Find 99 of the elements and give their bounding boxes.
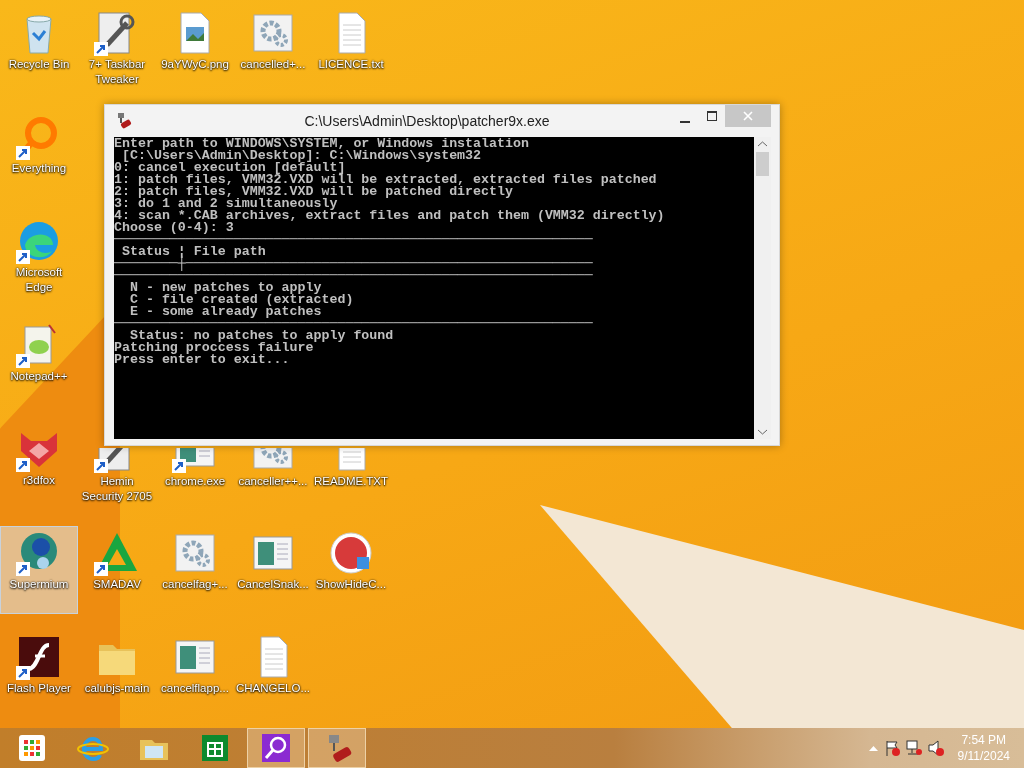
text-file-icon (338, 12, 366, 54)
console-line: Enter path to WINDOWS\SYSTEM, or Windows instalation (114, 138, 529, 150)
console-line: Press enter to exit... (114, 354, 290, 366)
icon-label: Hemin Security 2705 (80, 474, 154, 504)
console-line: ────────┼─────────────────────────────────────────────────── (114, 258, 593, 270)
desktop-shortcut[interactable]: Flash Player (0, 630, 78, 718)
console-line: ──────────────────────────────────────────────────────────── (114, 318, 593, 330)
gear-icon (253, 14, 293, 52)
desktop-shortcut[interactable]: CancelSnak... (234, 526, 312, 614)
console-line: 3: do 1 and 2 simultaneously (114, 198, 338, 210)
icon-label: README.TXT (313, 474, 389, 489)
console-line: Choose (0-4): 3 (114, 222, 234, 234)
icon-label: cancelflapp... (161, 681, 229, 696)
gear-icon (253, 448, 293, 469)
icon-label: chrome.exe (164, 474, 226, 489)
folder-icon (99, 645, 135, 675)
minimize-icon (679, 121, 690, 123)
console-line: 1: patch files, VMM32.VXD will be extracted, extracted files patched (114, 174, 657, 186)
icon-label: 7+ Taskbar Tweaker (87, 57, 147, 87)
chevron-up-icon[interactable] (758, 141, 767, 147)
round-badge-icon (330, 532, 372, 574)
text-file-icon (338, 448, 366, 471)
icon-label: Everything (11, 161, 67, 176)
app-window-icon (175, 448, 215, 467)
desktop-shortcut[interactable]: canceller++... (234, 447, 312, 510)
icon-label: Flash Player (7, 681, 71, 696)
console-line: 2: patch files, VMM32.VXD will be patched directly (114, 186, 513, 198)
desktop-shortcut[interactable]: SMADAV (78, 526, 156, 614)
image-file-icon (180, 12, 210, 54)
icon-label: Supermium (9, 577, 69, 592)
globe-icon (21, 533, 57, 569)
desktop-shortcut[interactable]: cancelfag+... (156, 526, 234, 614)
console-line: E - some already patches (128, 306, 322, 318)
icon-label: r3dfox (23, 473, 55, 488)
desktop-shortcut[interactable]: Supermium (0, 526, 78, 614)
flag-icon (883, 740, 900, 756)
console-line: Patching proccess failure (114, 342, 314, 354)
desktop-shortcut[interactable]: Everything (0, 110, 78, 198)
icon-label: LICENCE.txt (318, 57, 384, 72)
desktop-shortcut[interactable]: Recycle Bin (0, 6, 78, 94)
taskbar-button[interactable] (308, 728, 366, 768)
speaker-icon (927, 740, 944, 756)
bin-icon (26, 15, 52, 54)
icon-label: cancelfag+... (162, 577, 228, 592)
console-line: 0: cancel execution [default] (114, 162, 346, 174)
maximize-icon (706, 111, 717, 121)
clock-date: 9/11/2024 (957, 748, 1010, 764)
console-line: [C:\Users\Admin\Desktop]: C:\Windows\system32 (121, 150, 482, 162)
console-line: Status: no patches to apply found (129, 330, 394, 342)
icon-label: cancelled+... (240, 57, 306, 72)
store-bag-icon (199, 732, 231, 764)
desktop-shortcut[interactable]: Notepad++ (0, 318, 78, 406)
icon-label: CHANGELO... (235, 681, 311, 696)
console-line: C - file created (extracted) (128, 294, 354, 306)
flash-logo-icon (19, 637, 59, 677)
fox-logo-icon (21, 433, 57, 467)
desktop-shortcut[interactable]: 7+ Taskbar Tweaker (78, 6, 156, 94)
icon-label: ShowHideC... (315, 577, 387, 592)
search-icon (260, 732, 292, 764)
wrench-icon (98, 12, 135, 54)
notepad-icon (24, 324, 56, 364)
scroll-thumb[interactable] (756, 152, 769, 176)
console-line: ──────────────────────────────────────────────────────────── (114, 270, 593, 282)
wave-logo-icon (20, 222, 58, 260)
start-grid-icon (16, 732, 48, 764)
console-line: ──────────────────────────────────────────────────────────── (114, 234, 593, 246)
gear-icon (175, 534, 215, 572)
console-line: 4: scan *.CAB archives, extract files and patch them (VMM32 directly) (114, 210, 665, 222)
icon-label: 9aYWyC.png (161, 57, 229, 72)
desktop-shortcut[interactable]: calubjs-main (78, 630, 156, 718)
clock-time: 7:54 PM (960, 732, 1008, 748)
icon-label: Microsoft Edge (14, 265, 64, 295)
chevron-down-icon[interactable] (758, 429, 767, 435)
icon-label: Recycle Bin (8, 57, 70, 72)
console-line: Status ¦ File path (121, 246, 266, 258)
text-file-icon (260, 636, 288, 678)
icon-label: SMADAV (93, 577, 141, 592)
desktop-shortcut[interactable]: r3dfox (0, 422, 78, 510)
desktop-shortcut[interactable]: ShowHideC... (312, 526, 390, 614)
app-window-icon (175, 640, 215, 674)
taskbar-button[interactable] (247, 728, 305, 768)
icon-label: Notepad++ (10, 369, 68, 384)
chevron-up-icon (868, 745, 878, 751)
app-window-icon (253, 536, 293, 570)
dynamite-icon (115, 112, 133, 130)
desktop-shortcut[interactable]: Microsoft Edge (0, 214, 78, 302)
desktop-shortcut[interactable]: cancelled+... (234, 6, 312, 94)
desktop-shortcut[interactable]: 9aYWyC.png (156, 6, 234, 94)
window-title: C:\Users\Admin\Desktop\patcher9x.exe (303, 111, 551, 131)
console-line: N - new patches to apply (128, 282, 322, 294)
desktop-shortcut[interactable]: cancelflapp... (156, 630, 234, 718)
desktop-shortcut[interactable]: LICENCE.txt (312, 6, 390, 94)
close-icon (743, 111, 753, 121)
icon-label: canceller++... (238, 474, 308, 489)
icon-label: calubjs-main (84, 681, 150, 696)
desktop-shortcut[interactable]: CHANGELO... (234, 630, 312, 718)
icon-label: CancelSnak... (237, 577, 309, 592)
network-icon (905, 740, 922, 756)
desktop-shortcut[interactable]: README.TXT (312, 447, 390, 510)
